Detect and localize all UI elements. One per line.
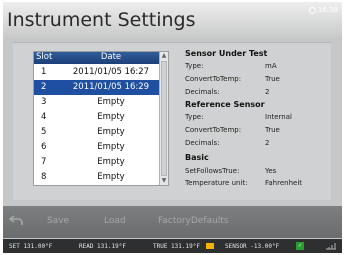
slot-row[interactable]: 1 2011/01/05 16:27 [34, 65, 160, 80]
slot-row[interactable]: 6 Empty [34, 140, 160, 155]
clock-icon [308, 6, 316, 14]
sensor-readout: SENSOR -13.00°F [225, 243, 280, 250]
ref-decimals-label: Decimals: [185, 139, 220, 147]
slot-date: Empty [97, 142, 125, 152]
sut-convert-value: True [265, 75, 280, 83]
title-bar: Instrument Settings 16:38 [3, 2, 342, 38]
status-bar: SET 131.00°F READ 131.19°F TRUE 131.19°F… [3, 239, 342, 253]
temp-unit-label: Temperature unit: [185, 179, 248, 187]
slot-row[interactable]: 4 Empty [34, 110, 160, 125]
slot-column-header: Slot [36, 52, 53, 62]
signal-icon [326, 243, 336, 250]
slot-list[interactable]: Slot Date 1 2011/01/05 16:27 2 2011/01/0… [33, 51, 169, 186]
slot-row[interactable]: 7 Empty [34, 155, 160, 170]
scroll-down-icon[interactable]: ▼ [160, 177, 168, 185]
clock-time: 16:38 [317, 6, 338, 14]
page-title: Instrument Settings [7, 9, 196, 31]
slot-date: 2011/01/05 16:27 [72, 67, 150, 77]
ref-convert-label: ConvertToTemp: [185, 126, 242, 134]
slot-date: Empty [97, 172, 125, 182]
basic-heading: Basic [185, 153, 209, 162]
ref-convert-value: True [265, 126, 280, 134]
ref-type-value: Internal [265, 113, 292, 121]
sensor-under-test-heading: Sensor Under Test [185, 49, 268, 58]
date-column-header: Date [100, 52, 122, 62]
clock: 16:38 [308, 6, 338, 14]
ref-decimals-value: 2 [265, 139, 270, 147]
true-readout: TRUE 131.19°F [153, 243, 200, 250]
sut-decimals-label: Decimals: [185, 88, 220, 96]
slot-date: 2011/01/05 16:29 [72, 82, 150, 92]
factory-defaults-button[interactable]: FactoryDefaults [158, 216, 228, 226]
temp-unit-value: Fahrenheit [265, 179, 303, 187]
screen: Instrument Settings 16:38 Slot Date 1 20… [0, 0, 345, 255]
set-readout: SET 131.00°F [9, 243, 53, 250]
true-status-flag [206, 243, 214, 249]
load-button[interactable]: Load [104, 216, 126, 226]
slot-row-selected[interactable]: 2 2011/01/05 16:29 [34, 80, 160, 95]
scroll-up-icon[interactable]: ▲ [160, 52, 168, 60]
setfollows-value: Yes [265, 167, 277, 175]
back-arrow-icon[interactable] [9, 214, 23, 226]
ref-type-label: Type: [185, 113, 204, 121]
slot-row[interactable]: 3 Empty [34, 95, 160, 110]
settings-panel: Slot Date 1 2011/01/05 16:27 2 2011/01/0… [13, 42, 331, 200]
slot-row[interactable]: 5 Empty [34, 125, 160, 140]
slot-date: Empty [97, 97, 125, 107]
scroll-thumb[interactable] [161, 61, 167, 176]
sut-decimals-value: 2 [265, 88, 270, 96]
setfollows-label: SetFollowsTrue: [185, 167, 240, 175]
slot-date: Empty [97, 157, 125, 167]
bottom-toolbar: Save Load FactoryDefaults [3, 206, 342, 238]
instrument-display: Instrument Settings 16:38 Slot Date 1 20… [3, 2, 342, 253]
slot-details: Sensor Under Test Type: mA ConvertToTemp… [185, 49, 331, 199]
slot-list-header: Slot Date [34, 52, 160, 64]
sut-type-value: mA [265, 62, 277, 70]
slot-date: Empty [97, 112, 125, 122]
sensor-ok-check-icon: ✓ [296, 242, 304, 250]
slot-date: Empty [97, 127, 125, 137]
sut-convert-label: ConvertToTemp: [185, 75, 242, 83]
reference-sensor-heading: Reference Sensor [185, 100, 265, 109]
slot-list-scrollbar[interactable]: ▲ ▼ [159, 52, 168, 185]
sut-type-label: Type: [185, 62, 204, 70]
slot-row[interactable]: 8 Empty [34, 170, 160, 185]
save-button[interactable]: Save [47, 216, 69, 226]
read-readout: READ 131.19°F [79, 243, 126, 250]
